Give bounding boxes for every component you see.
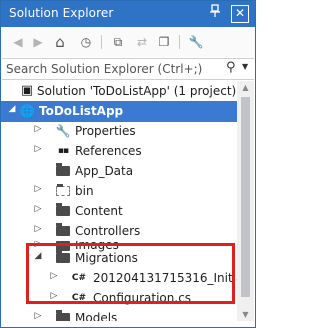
expand-arrow-icon[interactable]: ▷ [33,311,43,321]
expand-arrow-icon[interactable]: ▷ [33,144,43,154]
tree-item-models[interactable]: ▷ Models [1,308,237,321]
expand-arrow-icon[interactable]: ▷ [33,124,43,134]
expand-arrow-icon[interactable]: ▷ [33,184,43,194]
solution-explorer-window: Solution Explorer ✕ ◀ ▶ ⌂ ◷ ⧉ ⇄ ❐ 🔧 ⚲ ▼ … [0,0,256,328]
tree-item-label: App_Data [75,164,134,178]
collapse-all-icon[interactable]: ⧉ [109,33,127,51]
tree-item-project[interactable]: ◢ 🌐 ToDoListApp [1,101,237,122]
folder-icon [55,163,71,179]
folder-icon [55,183,71,199]
tree-item-references[interactable]: ▷ ▪▪ References [1,141,237,162]
tree-item-label: References [75,144,142,158]
folder-icon [55,223,71,239]
window-title: Solution Explorer [9,6,114,20]
sync-icon[interactable]: ⇄ [133,33,151,51]
pending-changes-icon[interactable]: ◷ [77,33,95,51]
scroll-up-icon[interactable]: ▲ [237,83,254,92]
web-project-icon: 🌐 [19,104,35,118]
wrench-icon: 🔧 [55,124,71,138]
close-icon[interactable]: ✕ [231,5,249,23]
expand-arrow-icon[interactable]: ◢ [7,104,17,114]
tree-item-label: Properties [75,124,136,138]
tree-item-label: Controllers [75,224,141,238]
vertical-scrollbar[interactable]: ▲ ▼ [237,81,254,321]
folder-icon [55,203,71,219]
tree-item-label: Models [75,311,118,321]
tree-item-controllers[interactable]: ▷ Controllers [1,221,237,242]
folder-icon [55,310,71,321]
home-icon[interactable]: ⌂ [51,33,69,51]
properties-wrench-icon[interactable]: 🔧 [187,33,205,51]
tree-item-label: ToDoListApp [39,104,124,118]
forward-icon[interactable]: ▶ [29,33,47,51]
search-icon[interactable]: ⚲ [226,60,236,75]
pin-icon[interactable] [207,4,223,22]
toolbar: ◀ ▶ ⌂ ◷ ⧉ ⇄ ❐ 🔧 [1,27,255,57]
solution-icon: ▣ [20,83,34,98]
search-box: ⚲ ▼ [2,58,254,80]
search-input[interactable] [6,60,218,78]
tree-item-label: bin [75,184,94,198]
expand-arrow-icon[interactable]: ▷ [33,204,43,214]
tree-item-solution[interactable]: ▣ Solution 'ToDoListApp' (1 project) [1,81,237,102]
show-all-files-icon[interactable]: ❐ [155,33,173,51]
tree-item-properties[interactable]: ▷ 🔧 Properties [1,121,237,142]
tree-item-content[interactable]: ▷ Content [1,201,237,222]
expand-arrow-icon[interactable]: ▷ [33,224,43,234]
migrations-highlight-box [26,243,235,304]
toolbar-separator [179,35,180,49]
tree-item-label: Content [75,204,123,218]
back-icon[interactable]: ◀ [9,33,27,51]
tree-item-app-data[interactable]: App_Data [1,161,237,182]
tree-item-bin[interactable]: ▷ bin [1,181,237,202]
scrollbar-thumb[interactable] [241,97,250,297]
title-bar[interactable]: Solution Explorer ✕ [1,1,255,27]
references-icon: ▪▪ [57,146,69,156]
tree-item-label: Solution 'ToDoListApp' (1 project) [37,84,237,98]
toolbar-separator [101,35,102,49]
search-options-dropdown-icon[interactable]: ▼ [242,62,248,71]
scroll-down-icon[interactable]: ▼ [237,310,254,319]
